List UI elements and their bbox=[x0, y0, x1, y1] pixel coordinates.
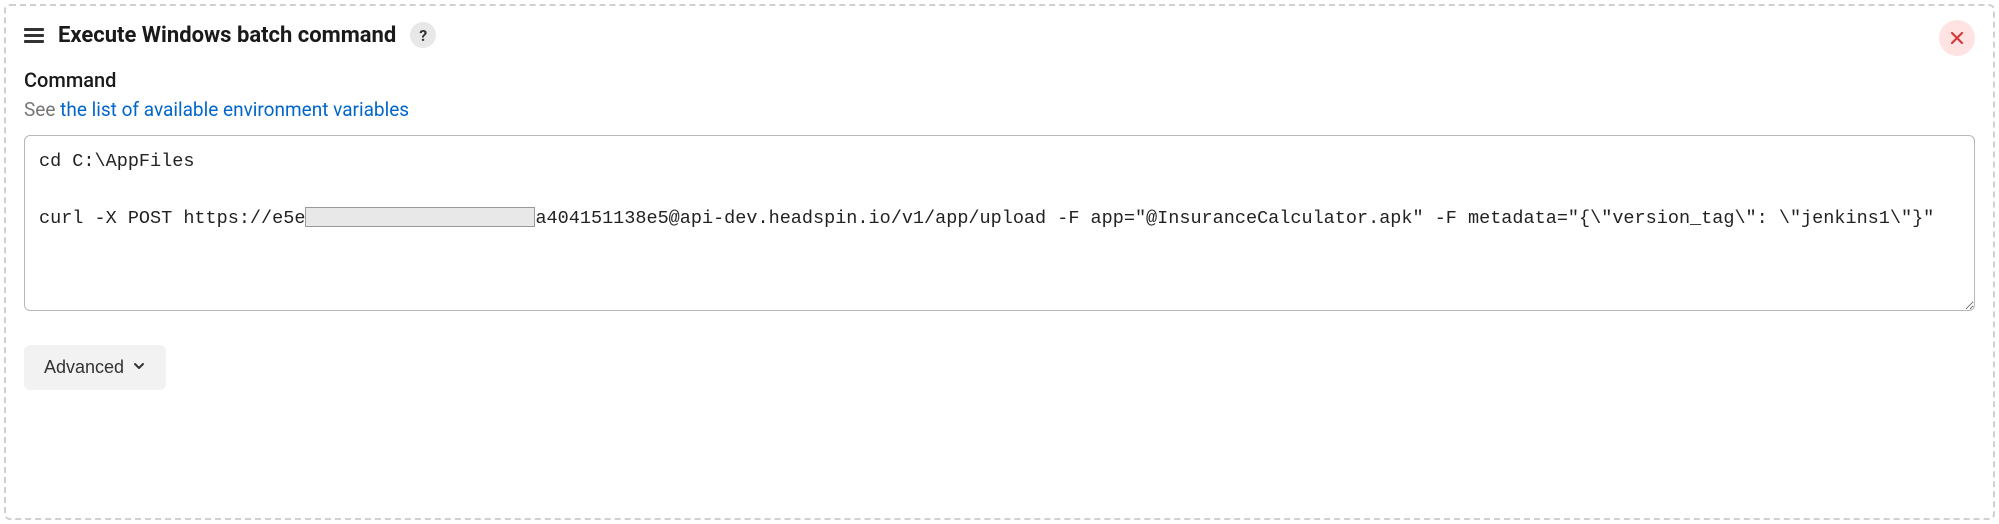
command-line-2-pre: curl -X POST https://e5e bbox=[39, 208, 305, 229]
env-vars-link[interactable]: the list of available environment variab… bbox=[60, 98, 409, 121]
help-text: See the list of available environment va… bbox=[24, 98, 1975, 121]
command-line-2-post: a404151138e5@api-dev.headspin.io/v1/app/… bbox=[535, 208, 1934, 229]
build-step-panel: Execute Windows batch command ? Command … bbox=[4, 4, 1995, 520]
redacted-token bbox=[305, 207, 535, 227]
command-label: Command bbox=[24, 68, 1975, 92]
chevron-down-icon bbox=[132, 357, 146, 378]
help-icon[interactable]: ? bbox=[410, 22, 436, 48]
advanced-button[interactable]: Advanced bbox=[24, 345, 166, 390]
help-prefix: See bbox=[24, 98, 60, 121]
close-icon bbox=[1949, 30, 1965, 46]
command-input[interactable]: cd C:\AppFiles curl -X POST https://e5e a… bbox=[24, 135, 1975, 311]
drag-handle-icon[interactable] bbox=[24, 24, 44, 47]
close-button[interactable] bbox=[1939, 20, 1975, 56]
command-line-1: cd C:\AppFiles bbox=[39, 151, 194, 172]
step-header: Execute Windows batch command ? bbox=[24, 22, 1975, 48]
advanced-label: Advanced bbox=[44, 357, 124, 378]
step-title: Execute Windows batch command bbox=[58, 23, 396, 48]
